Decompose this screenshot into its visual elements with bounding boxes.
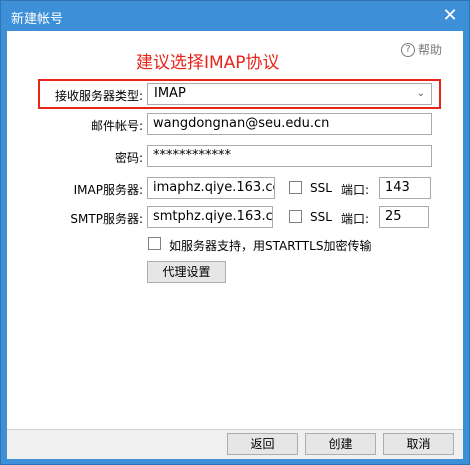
starttls-label: 如服务器支持，用STARTTLS加密传输 (169, 239, 372, 253)
window-title: 新建帐号 (11, 12, 64, 27)
password-input[interactable]: ************ (147, 145, 432, 167)
help-label: 帮助 (418, 43, 443, 57)
protocol-hint: 建议选择IMAP协议 (136, 53, 280, 73)
help-link[interactable]: ? 帮助 (401, 41, 442, 58)
smtp-port-label: 端口: (341, 212, 370, 226)
back-button[interactable]: 返回 (227, 433, 298, 455)
imap-server-input[interactable]: imaphz.qiye.163.com (147, 177, 275, 199)
dialog-body: 建议选择IMAP协议 ? 帮助 接收服务器类型: IMAP ⌄ 邮件帐号: wa… (7, 31, 463, 459)
imap-ssl-checkbox[interactable] (289, 181, 302, 194)
server-type-select[interactable]: IMAP ⌄ (147, 83, 432, 105)
server-type-value: IMAP (154, 86, 186, 101)
help-icon: ? (401, 42, 415, 57)
imap-ssl-label: SSL (310, 181, 332, 195)
smtp-ssl-label: SSL (310, 210, 332, 224)
dialog-footer: 返回 创建 取消 (7, 429, 463, 459)
title-bar[interactable]: 新建帐号 ✕ (1, 1, 469, 31)
account-label: 邮件帐号: (90, 119, 143, 133)
imap-server-label: IMAP服务器: (73, 183, 143, 197)
close-icon[interactable]: ✕ (439, 5, 461, 27)
smtp-port-input[interactable]: 25 (379, 206, 429, 228)
password-label: 密码: (114, 151, 143, 165)
server-type-label: 接收服务器类型: (54, 89, 143, 103)
smtp-server-label: SMTP服务器: (70, 212, 143, 226)
imap-port-label: 端口: (341, 183, 370, 197)
smtp-server-input[interactable]: smtphz.qiye.163.com (147, 206, 273, 228)
chevron-down-icon: ⌄ (416, 88, 425, 99)
create-button[interactable]: 创建 (305, 433, 376, 455)
cancel-button[interactable]: 取消 (383, 433, 454, 455)
account-input[interactable]: wangdongnan@seu.edu.cn (147, 113, 432, 135)
starttls-checkbox[interactable] (148, 237, 161, 250)
proxy-settings-button[interactable]: 代理设置 (147, 261, 226, 283)
new-account-dialog: 新建帐号 ✕ 建议选择IMAP协议 ? 帮助 接收服务器类型: IMAP ⌄ 邮… (0, 0, 470, 465)
imap-port-input[interactable]: 143 (379, 177, 431, 199)
smtp-ssl-checkbox[interactable] (289, 210, 302, 223)
